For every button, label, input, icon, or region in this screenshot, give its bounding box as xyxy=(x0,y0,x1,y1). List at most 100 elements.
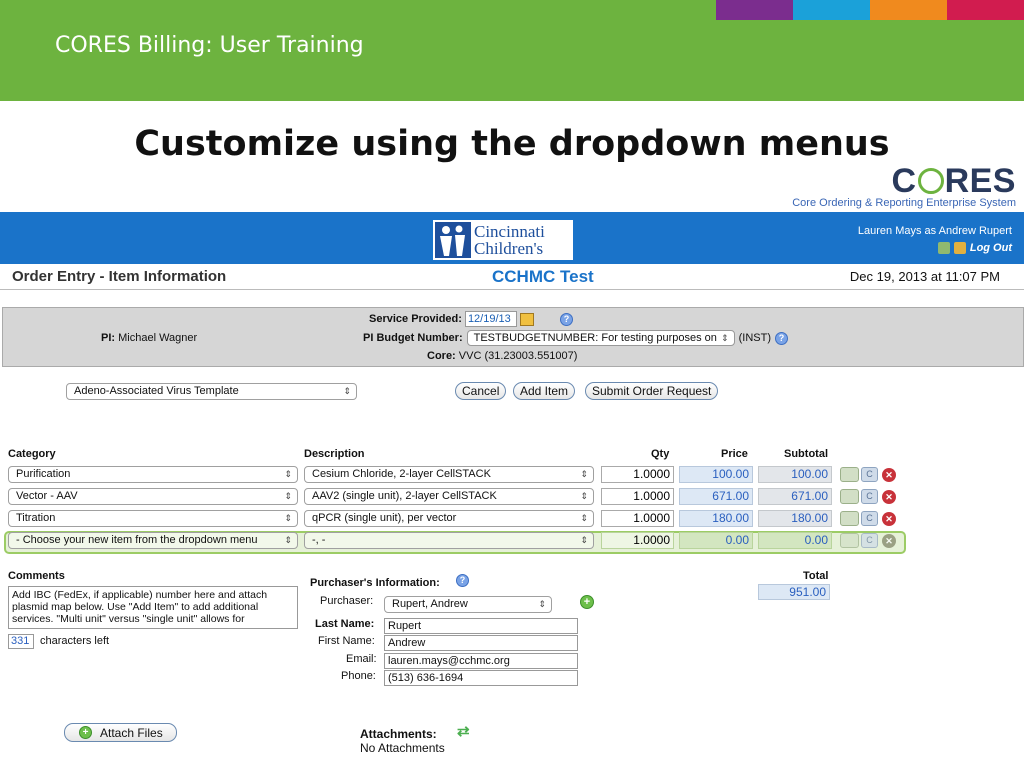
subtotal-field: 671.00 xyxy=(758,488,832,505)
delete-row-icon[interactable]: ✕ xyxy=(882,511,896,526)
chars-left-count: 331 xyxy=(8,634,34,649)
person-icon[interactable] xyxy=(840,511,859,526)
submit-order-button[interactable]: Submit Order Request xyxy=(585,382,719,400)
help-icon[interactable]: ? xyxy=(456,574,469,587)
help-icon[interactable]: ? xyxy=(775,331,789,345)
qty-input[interactable]: 1.0000 xyxy=(601,510,674,527)
attachments-value: No Attachments xyxy=(360,741,445,755)
budget-select[interactable]: TESTBUDGETNUMBER: For testing purposes o… xyxy=(466,330,735,346)
qty-input[interactable]: 1.0000 xyxy=(601,466,674,483)
row-actions: C ✕ xyxy=(840,511,896,526)
folder-icon[interactable] xyxy=(953,242,966,254)
first-name-field[interactable]: Andrew xyxy=(384,635,578,651)
description-value: qPCR (single unit), per vector xyxy=(312,512,457,524)
color-stripes xyxy=(716,0,1024,20)
copy-row-button[interactable]: C xyxy=(861,467,878,482)
core-label: Core: xyxy=(427,350,456,362)
cores-logo: C RES Core Ordering & Reporting Enterpris… xyxy=(792,164,1016,209)
purchaser-select[interactable]: Rupert, Andrew ⇕ xyxy=(384,596,552,613)
first-name-label: First Name: xyxy=(318,635,375,647)
logout-link[interactable]: Log Out xyxy=(970,242,1012,254)
core-row: Core: VVC (31.23003.551007) xyxy=(427,350,577,362)
col-subtotal-header: Subtotal xyxy=(784,448,828,460)
phone-label: Phone: xyxy=(341,670,376,682)
purchaser-heading: Purchaser's Information: xyxy=(310,577,440,589)
row-actions: C ✕ xyxy=(840,533,896,548)
qty-input[interactable]: 1.0000 xyxy=(601,532,674,549)
copy-row-button[interactable]: C xyxy=(861,511,878,526)
cores-wordmark: C RES xyxy=(792,164,1016,198)
col-description-header: Description xyxy=(304,448,365,460)
last-name-label: Last Name: xyxy=(315,618,375,630)
refresh-icon[interactable]: ⇄ xyxy=(457,722,470,740)
total-label: Total xyxy=(803,570,829,582)
datetime: Dec 19, 2013 at 11:07 PM xyxy=(849,269,1000,284)
calendar-icon[interactable] xyxy=(519,312,534,326)
email-field[interactable]: lauren.mays@cchmc.org xyxy=(384,653,578,669)
category-select[interactable]: Vector - AAV ⇕ xyxy=(8,488,298,505)
service-date-input[interactable]: 12/19/13 xyxy=(464,311,517,327)
price-field: 671.00 xyxy=(679,488,753,505)
price-field: 180.00 xyxy=(679,510,753,527)
qty-input[interactable]: 1.0000 xyxy=(601,488,674,505)
row-actions: C ✕ xyxy=(840,467,896,482)
person-icon[interactable] xyxy=(840,467,859,482)
help-icon[interactable]: ? xyxy=(559,312,573,326)
attach-files-label: Attach Files xyxy=(100,725,163,740)
delete-row-icon[interactable]: ✕ xyxy=(882,533,896,548)
user-profile-icon[interactable] xyxy=(937,242,950,254)
price-field: 0.00 xyxy=(679,532,753,549)
category-select[interactable]: Titration ⇕ xyxy=(8,510,298,527)
description-select[interactable]: -, - ⇕ xyxy=(304,532,594,549)
stripe-purple xyxy=(716,0,793,20)
section-title: Order Entry - Item Information xyxy=(12,268,227,285)
dropdown-arrow-icon: ⇕ xyxy=(580,513,588,523)
dropdown-arrow-icon: ⇕ xyxy=(580,469,588,479)
category-select[interactable]: Purification ⇕ xyxy=(8,466,298,483)
cores-tagline: Core Ordering & Reporting Enterprise Sys… xyxy=(792,197,1016,209)
subtotal-field: 100.00 xyxy=(758,466,832,483)
template-select[interactable]: Adeno-Associated Virus Template ⇕ xyxy=(66,383,357,400)
user-info: Lauren Mays as Andrew Rupert Log Out xyxy=(858,225,1012,254)
slide-headline: Customize using the dropdown menus xyxy=(134,124,890,164)
description-select[interactable]: qPCR (single unit), per vector ⇕ xyxy=(304,510,594,527)
add-purchaser-icon[interactable]: + xyxy=(580,595,594,609)
phone-field[interactable]: (513) 636-1694 xyxy=(384,670,578,686)
subtotal-field: 0.00 xyxy=(758,532,832,549)
comments-textarea[interactable]: Add IBC (FedEx, if applicable) number he… xyxy=(8,586,298,629)
email-label: Email: xyxy=(346,653,377,665)
dropdown-arrow-icon: ⇕ xyxy=(284,535,292,545)
category-value: Titration xyxy=(16,512,56,524)
category-value: - Choose your new item from the dropdown… xyxy=(16,534,258,546)
description-select[interactable]: Cesium Chloride, 2-layer CellSTACK ⇕ xyxy=(304,466,594,483)
chars-left-label: characters left xyxy=(40,635,110,647)
service-label: Service Provided: xyxy=(369,313,462,325)
purchaser-value: Rupert, Andrew xyxy=(392,598,468,610)
copy-row-button[interactable]: C xyxy=(861,533,878,548)
category-select[interactable]: - Choose your new item from the dropdown… xyxy=(8,532,298,549)
description-value: AAV2 (single unit), 2-layer CellSTACK xyxy=(312,490,497,502)
person-icon[interactable] xyxy=(840,489,859,504)
cincinnati-childrens-logo: Cincinnati Children's xyxy=(433,220,573,260)
add-item-button[interactable]: Add Item xyxy=(513,382,576,400)
org-name-line2: Children's xyxy=(474,239,544,258)
col-price-header: Price xyxy=(721,448,748,460)
stripe-red xyxy=(947,0,1024,20)
copy-row-button[interactable]: C xyxy=(861,489,878,504)
last-name-field[interactable]: Rupert xyxy=(384,618,578,634)
delete-row-icon[interactable]: ✕ xyxy=(882,467,896,482)
cancel-button[interactable]: Cancel xyxy=(455,382,507,400)
attachments-label: Attachments: xyxy=(360,727,437,741)
org-name-line1: Cincinnati xyxy=(474,222,545,241)
budget-suffix: (INST) xyxy=(738,332,772,344)
dropdown-arrow-icon: ⇕ xyxy=(284,469,292,479)
order-entry-strip: Order Entry - Item Information CCHMC Tes… xyxy=(0,264,1024,290)
delete-row-icon[interactable]: ✕ xyxy=(882,489,896,504)
description-select[interactable]: AAV2 (single unit), 2-layer CellSTACK ⇕ xyxy=(304,488,594,505)
slide-title: CORES Billing: User Training xyxy=(55,33,364,58)
category-value: Vector - AAV xyxy=(16,490,78,502)
service-row: Service Provided: 12/19/13 ? xyxy=(369,311,573,327)
person-icon[interactable] xyxy=(840,533,859,548)
attach-files-button[interactable]: + Attach Files xyxy=(64,723,177,742)
dropdown-arrow-icon: ⇕ xyxy=(284,513,292,523)
